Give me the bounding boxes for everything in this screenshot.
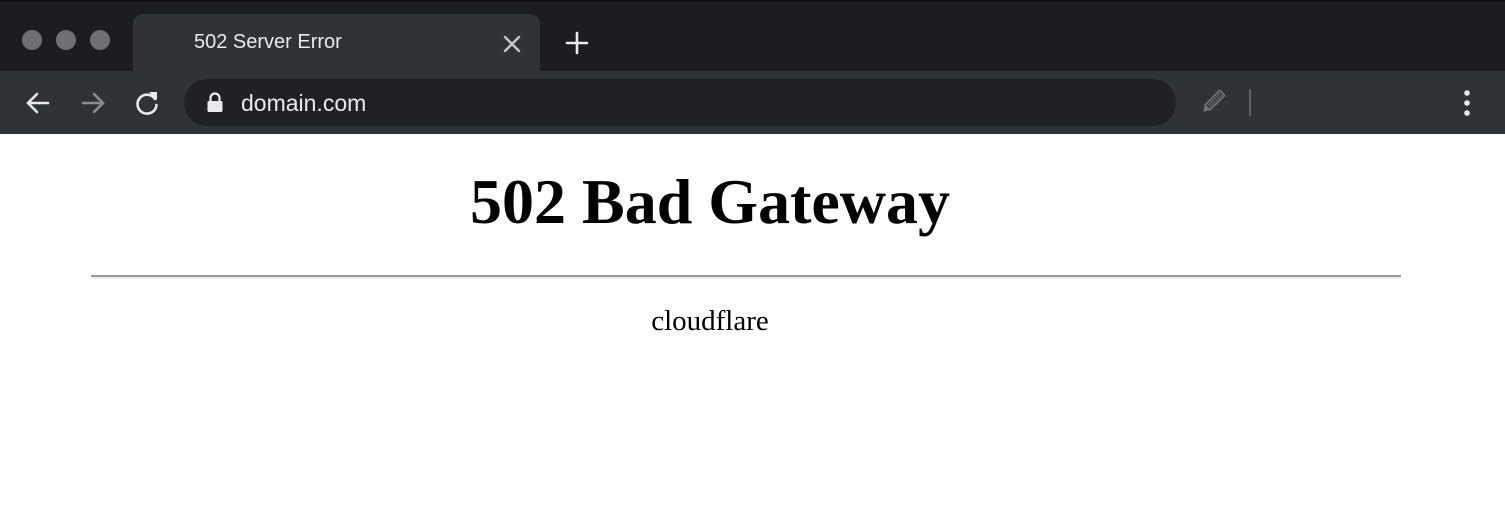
url-text[interactable]: domain.com xyxy=(241,90,366,117)
tab-active[interactable]: 502 Server Error xyxy=(133,14,540,73)
server-name: cloudflare xyxy=(651,305,769,337)
three-dots-vertical-icon[interactable] xyxy=(1454,88,1480,118)
divider xyxy=(91,275,1401,279)
page-content: 502 Bad Gateway cloudflare xyxy=(0,134,1505,515)
arrow-right-icon[interactable] xyxy=(79,89,107,117)
plus-icon[interactable] xyxy=(565,31,589,55)
toolbar: domain.com xyxy=(0,71,1505,134)
lock-icon[interactable] xyxy=(206,92,224,113)
maximize-window-button[interactable] xyxy=(90,30,110,50)
reload-icon[interactable] xyxy=(133,89,161,117)
close-window-button[interactable] xyxy=(22,30,42,50)
pencil-icon[interactable] xyxy=(1197,86,1229,118)
window-controls xyxy=(22,30,110,50)
arrow-left-icon[interactable] xyxy=(24,89,52,117)
tab-strip: 502 Server Error xyxy=(0,0,1505,73)
address-bar[interactable]: domain.com xyxy=(184,79,1176,126)
close-icon[interactable] xyxy=(499,31,525,57)
browser-window: 502 Server Error domain.com 502 Bad Gate… xyxy=(0,0,1505,515)
toolbar-separator xyxy=(1249,89,1251,116)
minimize-window-button[interactable] xyxy=(56,30,76,50)
tab-title: 502 Server Error xyxy=(194,31,342,53)
page-title: 502 Bad Gateway xyxy=(470,166,950,237)
